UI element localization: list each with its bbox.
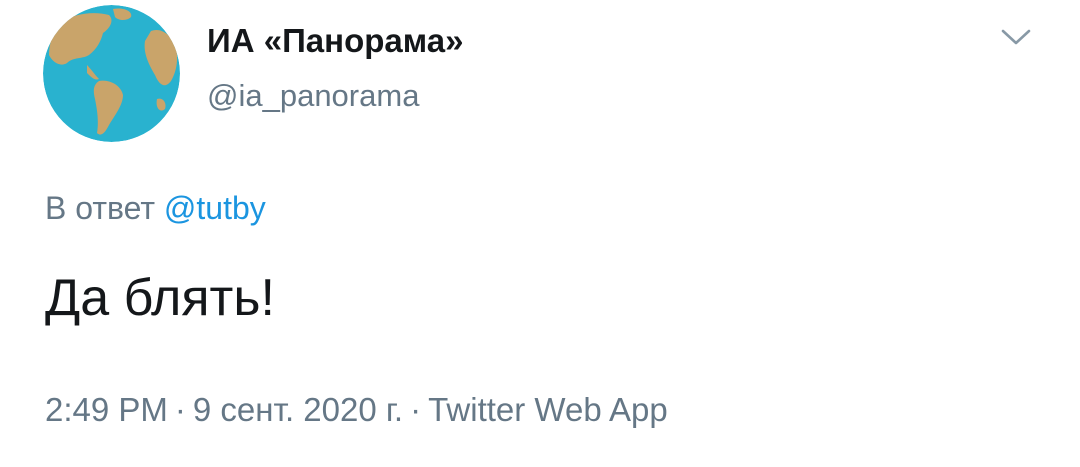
avatar[interactable]: [43, 5, 180, 142]
reply-context: В ответ @tutby: [45, 190, 266, 227]
meta-separator: ·: [410, 391, 422, 428]
tweet-date[interactable]: 9 сент. 2020 г.: [193, 391, 403, 428]
more-options-button[interactable]: [998, 22, 1034, 52]
tweet-metadata: 2:49 PM · 9 сент. 2020 г. · Twitter Web App: [45, 391, 668, 429]
author-display-name[interactable]: ИА «Панорама»: [207, 22, 463, 60]
chevron-down-icon: [1001, 29, 1031, 45]
tweet-time[interactable]: 2:49 PM: [45, 391, 168, 428]
author-handle[interactable]: @ia_panorama: [207, 78, 419, 114]
tweet-source[interactable]: Twitter Web App: [428, 391, 668, 428]
reply-prefix: В ответ: [45, 190, 156, 226]
reply-mention-link[interactable]: @tutby: [164, 190, 266, 226]
tweet-text: Да блять!: [45, 269, 275, 327]
meta-separator: ·: [174, 391, 186, 428]
globe-icon: [43, 5, 180, 142]
